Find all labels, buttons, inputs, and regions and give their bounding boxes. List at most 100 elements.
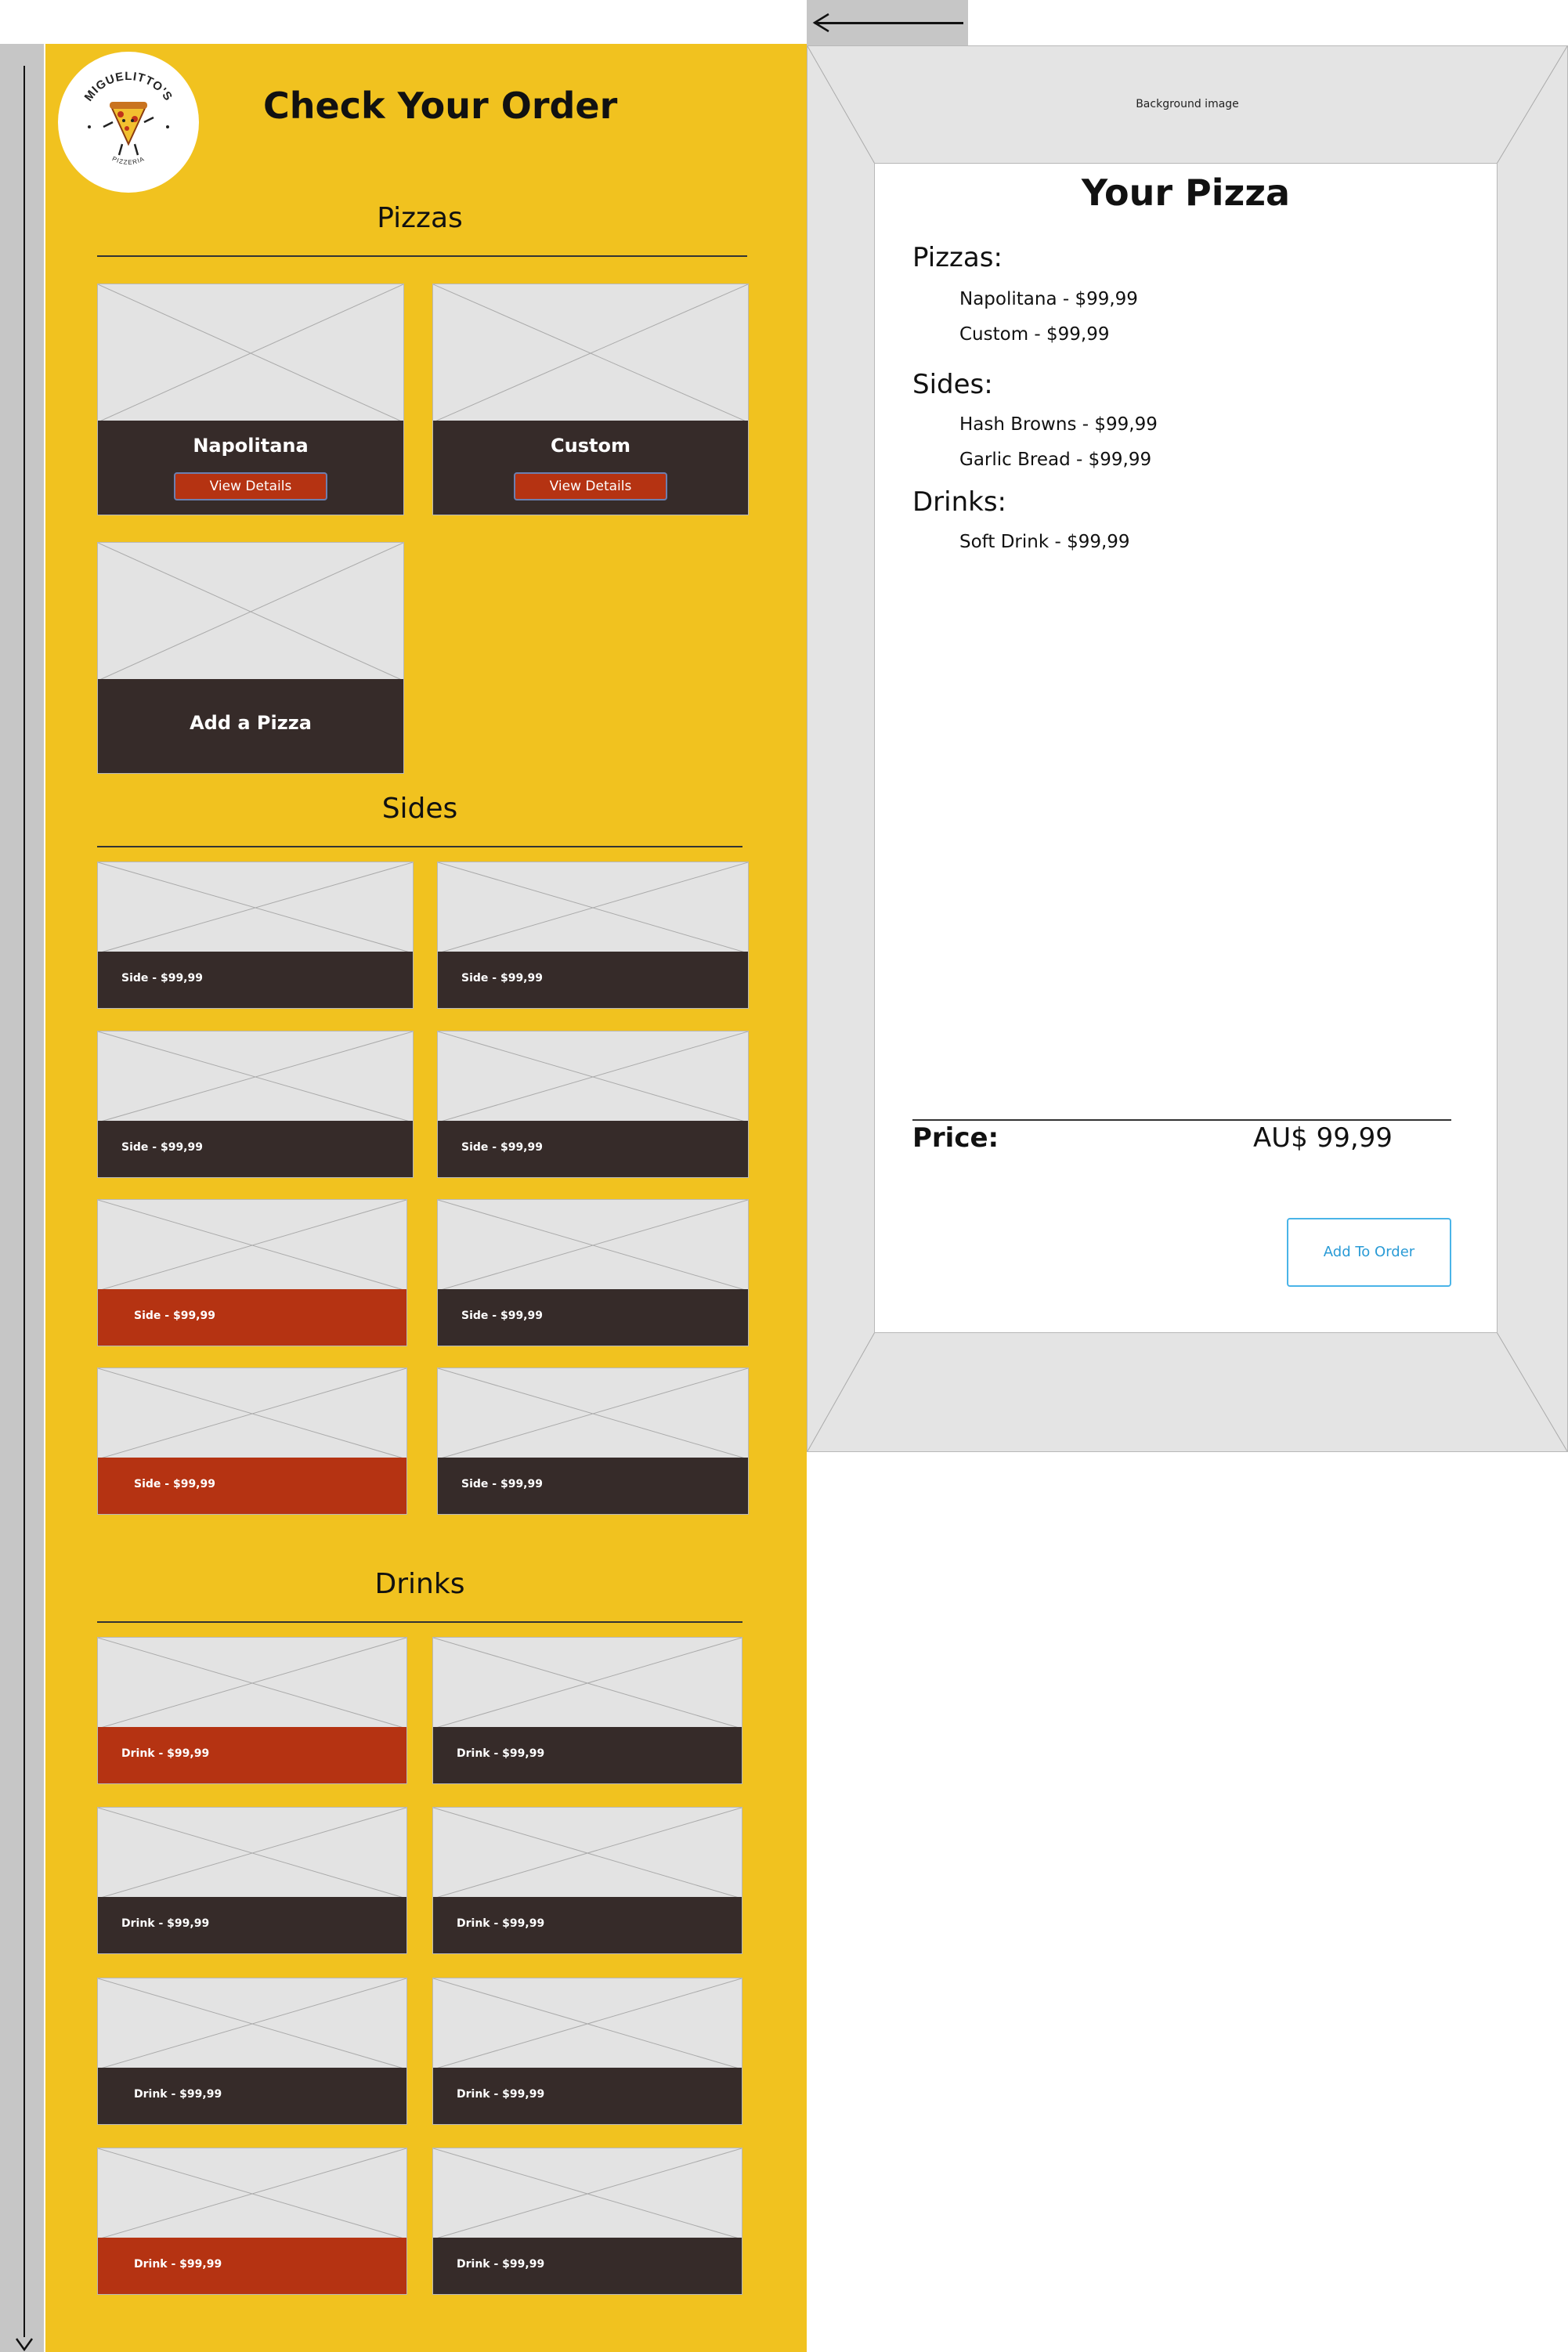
order-item: Hash Browns - $99,99 <box>959 414 1158 435</box>
pizza-card-custom[interactable]: Custom View Details <box>432 284 749 515</box>
drink-card[interactable]: Drink - $99,99 <box>97 1978 407 2125</box>
drink-card[interactable]: Drink - $99,99 <box>432 1978 742 2125</box>
image-placeholder <box>433 1978 742 2069</box>
card-footer: Drink - $99,99 <box>98 1727 406 1783</box>
drink-price-label: Drink - $99,99 <box>121 1917 210 1930</box>
order-group-heading: Pizzas: <box>912 242 1003 273</box>
vertical-scrollbar[interactable] <box>0 44 44 2352</box>
order-item: Napolitana - $99,99 <box>959 289 1138 309</box>
pizza-name: Custom <box>551 435 630 457</box>
pizzeria-logo: MIGUELITTO'S PIZZERIA <box>58 52 199 193</box>
drink-price-label: Drink - $99,99 <box>457 1747 545 1760</box>
drink-price-label: Drink - $99,99 <box>134 2258 222 2271</box>
image-placeholder <box>433 2148 742 2239</box>
card-footer: Side - $99,99 <box>438 952 748 1008</box>
view-details-button[interactable]: View Details <box>514 472 667 500</box>
image-placeholder <box>438 1368 748 1459</box>
image-placeholder <box>98 1200 406 1291</box>
drink-card[interactable]: Drink - $99,99 <box>97 1807 407 1954</box>
image-placeholder <box>438 862 748 953</box>
card-footer: Drink - $99,99 <box>433 2068 742 2124</box>
side-card[interactable]: Side - $99,99 <box>437 1199 749 1346</box>
side-price-label: Side - $99,99 <box>461 972 543 985</box>
side-price-label: Side - $99,99 <box>461 1478 543 1490</box>
section-title-drinks: Drinks <box>374 1568 465 1600</box>
card-footer: Drink - $99,99 <box>98 2068 406 2124</box>
card-footer: Side - $99,99 <box>98 1458 406 1514</box>
pizza-card-napolitana[interactable]: Napolitana View Details <box>97 284 404 515</box>
side-card[interactable]: Side - $99,99 <box>97 1031 414 1178</box>
card-footer: Drink - $99,99 <box>433 1727 742 1783</box>
section-divider <box>97 255 747 257</box>
logo-text: MIGUELITTO'S <box>82 70 175 104</box>
drink-price-label: Drink - $99,99 <box>121 1747 210 1760</box>
add-pizza-label: Add a Pizza <box>190 712 312 734</box>
section-title-pizzas: Pizzas <box>377 202 463 234</box>
image-placeholder <box>98 2148 406 2239</box>
side-card[interactable]: Side - $99,99 <box>97 862 414 1009</box>
drink-card[interactable]: Drink - $99,99 <box>432 2148 742 2295</box>
card-footer: Side - $99,99 <box>438 1121 748 1177</box>
image-placeholder <box>98 862 413 953</box>
side-price-label: Side - $99,99 <box>121 1141 203 1154</box>
image-placeholder <box>98 1978 406 2069</box>
price-label: Price: <box>912 1122 999 1154</box>
image-placeholder <box>433 1638 742 1729</box>
order-summary-card: Your Pizza Pizzas: Napolitana - $99,99 C… <box>874 163 1498 1333</box>
card-footer: Side - $99,99 <box>438 1458 748 1514</box>
drink-price-label: Drink - $99,99 <box>457 1917 545 1930</box>
image-placeholder <box>438 1200 748 1291</box>
side-card[interactable]: Side - $99,99 <box>437 1367 749 1515</box>
arrow-left-icon <box>812 13 829 33</box>
card-footer: Side - $99,99 <box>98 1121 413 1177</box>
image-placeholder <box>98 1808 406 1899</box>
order-item: Custom - $99,99 <box>959 324 1110 345</box>
side-card[interactable]: Side - $99,99 <box>437 862 749 1009</box>
add-to-order-button[interactable]: Add To Order <box>1287 1218 1451 1287</box>
pizza-mascot-icon <box>88 102 169 156</box>
logo-subtext: PIZZERIA <box>111 155 145 166</box>
order-item: Garlic Bread - $99,99 <box>959 450 1152 470</box>
side-price-label: Side - $99,99 <box>134 1310 215 1322</box>
side-card[interactable]: Side - $99,99 <box>97 1199 407 1346</box>
card-footer: Add a Pizza <box>98 679 403 773</box>
card-footer: Side - $99,99 <box>438 1289 748 1346</box>
card-footer: Drink - $99,99 <box>433 1897 742 1953</box>
image-placeholder <box>98 1638 406 1729</box>
svg-text:MIGUELITTO'S: MIGUELITTO'S <box>82 70 175 104</box>
image-placeholder <box>98 1031 413 1122</box>
page-title: Check Your Order <box>263 85 618 127</box>
price-value: AU$ 99,99 <box>1253 1122 1393 1154</box>
side-price-label: Side - $99,99 <box>121 972 203 985</box>
image-placeholder <box>98 1368 406 1459</box>
drink-card[interactable]: Drink - $99,99 <box>432 1807 742 1954</box>
order-group-heading: Drinks: <box>912 486 1007 518</box>
arrow-down-icon <box>15 2338 34 2351</box>
image-placeholder <box>438 1031 748 1122</box>
card-footer: Side - $99,99 <box>98 952 413 1008</box>
view-details-button[interactable]: View Details <box>174 472 327 500</box>
section-title-sides: Sides <box>381 793 458 825</box>
image-placeholder <box>433 284 748 422</box>
side-card[interactable]: Side - $99,99 <box>437 1031 749 1178</box>
order-title: Your Pizza <box>1081 172 1291 214</box>
order-item: Soft Drink - $99,99 <box>959 532 1130 552</box>
drink-card[interactable]: Drink - $99,99 <box>97 1637 407 1784</box>
image-placeholder <box>433 1808 742 1899</box>
add-pizza-card[interactable]: Add a Pizza <box>97 542 404 774</box>
side-card[interactable]: Side - $99,99 <box>97 1367 407 1515</box>
drink-card[interactable]: Drink - $99,99 <box>97 2148 407 2295</box>
background-image-label: Background image <box>1136 98 1239 110</box>
drink-price-label: Drink - $99,99 <box>457 2088 545 2101</box>
card-footer: Drink - $99,99 <box>433 2238 742 2294</box>
card-footer: Side - $99,99 <box>98 1289 406 1346</box>
drink-price-label: Drink - $99,99 <box>134 2088 222 2101</box>
section-divider <box>97 1621 742 1623</box>
card-footer: Drink - $99,99 <box>98 2238 406 2294</box>
pizza-name: Napolitana <box>193 435 309 457</box>
back-arrow-shaft <box>815 22 963 24</box>
image-placeholder <box>98 543 403 681</box>
drink-price-label: Drink - $99,99 <box>457 2258 545 2271</box>
section-divider <box>97 846 742 847</box>
drink-card[interactable]: Drink - $99,99 <box>432 1637 742 1784</box>
